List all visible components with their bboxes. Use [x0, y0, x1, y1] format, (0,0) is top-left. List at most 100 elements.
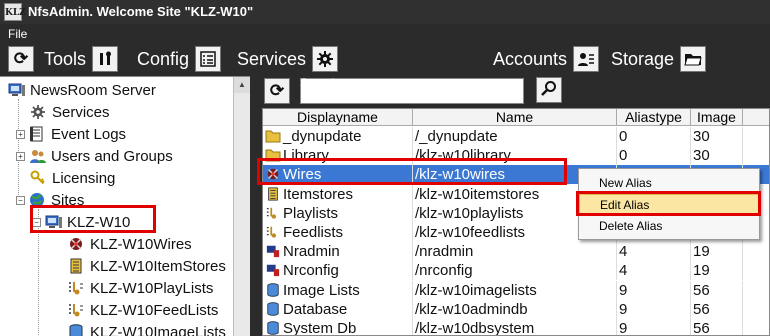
tree-item-licensing[interactable]: Licensing: [30, 167, 115, 189]
cell-image: 30: [691, 127, 743, 146]
database-icon: [265, 302, 281, 316]
table-row[interactable]: Nradmin/nradmin 4 19: [263, 242, 769, 262]
feedlist-icon: [265, 225, 281, 239]
table-row[interactable]: System Db/klz-w10dbsystem 9 56: [263, 319, 769, 335]
gear-icon: [30, 104, 48, 120]
tree-item-site-child[interactable]: KLZ-W10PlayLists: [68, 277, 213, 299]
globe-icon: [29, 192, 47, 208]
services-label: Services: [237, 48, 307, 69]
app-logo-icon: KLZ: [4, 3, 26, 21]
tree-child-label: KLZ-W10PlayLists: [90, 279, 214, 297]
cell-displayname: Playlists: [263, 203, 413, 223]
cell-image: 30: [691, 146, 743, 166]
column-header-aliastype[interactable]: Aliastype: [617, 109, 691, 126]
tree-child-label: KLZ-W10ItemStores: [90, 257, 226, 275]
accounts-icon: [573, 46, 600, 72]
table-row[interactable]: _dynupdate /_dynupdate 0 30: [263, 127, 769, 146]
tree-item-label: Licensing: [52, 169, 116, 187]
column-header-image[interactable]: Image: [691, 109, 743, 126]
cell-text: Nrconfig: [283, 262, 339, 280]
refresh-icon[interactable]: ⟳: [8, 46, 34, 72]
cell-name: /klz-w10library: [413, 146, 617, 166]
cell-text: 0: [619, 147, 628, 165]
cell-text: Database: [283, 300, 348, 318]
cell-displayname: Nradmin: [263, 242, 413, 262]
tree-item-site[interactable]: − KLZ-W10: [32, 211, 130, 233]
tree-item-site-child[interactable]: KLZ-W10ItemStores: [68, 255, 226, 277]
search-button[interactable]: [536, 77, 562, 103]
table-row[interactable]: Library/klz-w10library 0 30: [263, 146, 769, 166]
cell-aliastype: 0: [617, 127, 691, 146]
services-button[interactable]: Services: [237, 46, 339, 72]
table-row[interactable]: Database/klz-w10admindb 9 56: [263, 299, 769, 319]
menu-item-new-alias[interactable]: New Alias: [579, 173, 759, 193]
collapse-icon[interactable]: −: [16, 195, 25, 205]
cell-displayname: Feedlists: [263, 223, 413, 242]
scroll-up-icon[interactable]: ▲: [234, 77, 250, 93]
folder-icon: [265, 148, 281, 162]
cell-image: 19: [691, 242, 743, 262]
tree-item-label: Sites: [51, 191, 85, 209]
menu-file[interactable]: File: [8, 27, 27, 41]
config-label: Config: [137, 48, 190, 69]
cell-text: Itemstores: [283, 185, 354, 203]
cell-text: Nradmin: [283, 243, 340, 261]
menu-item-edit-alias[interactable]: Edit Alias: [579, 194, 759, 214]
tools-label: Tools: [44, 48, 87, 69]
cell-name: /klz-w10imagelists: [413, 280, 617, 300]
column-header-displayname[interactable]: Displayname: [263, 109, 413, 126]
cell-aliastype: 4: [617, 261, 691, 281]
tree-item-root[interactable]: NewsRoom Server: [8, 79, 156, 101]
tree-item-site-child[interactable]: KLZ-W10FeedLists: [68, 299, 218, 321]
cell-aliastype: 9: [617, 319, 691, 335]
cell-text: /nrconfig: [415, 262, 473, 280]
wires-icon: [68, 236, 86, 252]
window-title: NfsAdmin. Welcome Site "KLZ-W10": [28, 4, 254, 19]
table-row[interactable]: Nrconfig/nrconfig 4 19: [263, 261, 769, 281]
cell-name: /_dynupdate: [413, 127, 617, 146]
playlist-icon: [265, 206, 281, 220]
expand-icon[interactable]: +: [16, 151, 25, 161]
cell-displayname: Database: [263, 299, 413, 319]
cell-image: 56: [691, 299, 743, 319]
cell-text: 0: [619, 128, 628, 145]
cell-text: /klz-w10admindb: [415, 300, 528, 318]
cell-text: Image Lists: [283, 281, 360, 299]
storage-button[interactable]: Storage: [611, 46, 707, 72]
tree-item-services[interactable]: Services: [30, 101, 110, 123]
accounts-button[interactable]: Accounts: [493, 46, 600, 72]
accounts-label: Accounts: [493, 48, 568, 69]
context-menu: New Alias Edit Alias Delete Alias: [578, 168, 760, 240]
tree-item-event-logs[interactable]: + Event Logs: [16, 123, 126, 145]
tools-button[interactable]: Tools: [44, 46, 119, 72]
cell-image: 19: [691, 261, 743, 281]
cell-text: /klz-w10wires: [415, 166, 506, 184]
tree-child-label: KLZ-W10ImageLists: [90, 323, 226, 336]
tree-item-users[interactable]: + Users and Groups: [16, 145, 173, 167]
tree-item-site-child[interactable]: KLZ-W10ImageLists: [68, 321, 226, 336]
cell-text: 19: [693, 243, 710, 261]
expand-icon[interactable]: +: [16, 129, 25, 139]
collapse-icon[interactable]: −: [32, 217, 41, 227]
log-icon: [29, 126, 47, 142]
storage-label: Storage: [611, 48, 675, 69]
tree-panel: NewsRoom Server Services + Event Logs + …: [0, 76, 250, 336]
tree-item-site-child[interactable]: KLZ-W10Wires: [68, 233, 192, 255]
itemstore-icon: [265, 187, 281, 201]
tree-item-label: Users and Groups: [51, 147, 173, 165]
config-button[interactable]: Config: [137, 46, 222, 72]
tree-item-label: Event Logs: [51, 125, 127, 143]
table-row[interactable]: Image Lists/klz-w10imagelists 9 56: [263, 280, 769, 300]
column-header-name[interactable]: Name: [413, 109, 617, 126]
menu-item-delete-alias[interactable]: Delete Alias: [579, 216, 759, 236]
cell-text: 19: [693, 262, 710, 280]
tree-item-sites[interactable]: − Sites: [16, 189, 84, 211]
refresh-icon[interactable]: ⟳: [264, 78, 290, 104]
nrconfig-icon: [265, 263, 281, 277]
table-header: Displayname Name Aliastype Image: [263, 109, 769, 126]
cell-text: /klz-w10library: [415, 147, 511, 165]
title-bar: KLZ NfsAdmin. Welcome Site "KLZ-W10": [0, 0, 770, 24]
folder-icon: [680, 46, 707, 72]
tree-scrollbar[interactable]: ▲: [233, 77, 250, 336]
cell-name: /nrconfig: [413, 261, 617, 281]
